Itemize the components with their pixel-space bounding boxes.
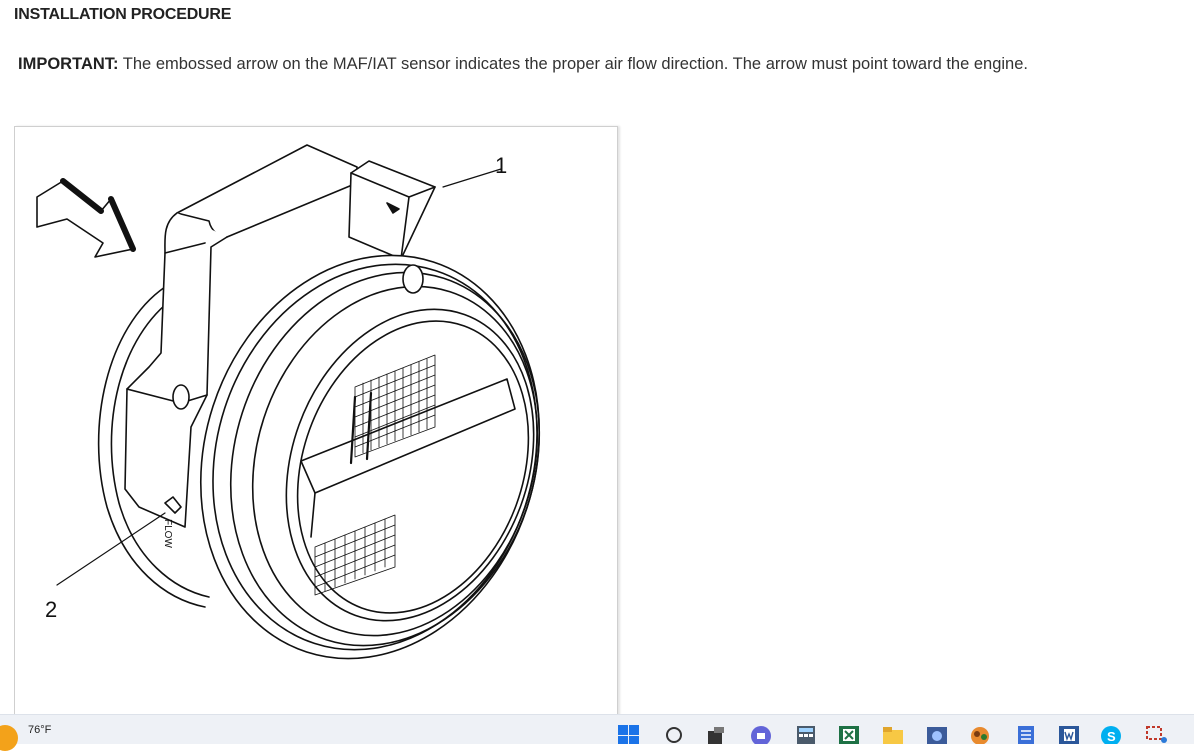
- weather-sun-icon[interactable]: [0, 725, 18, 751]
- maf-sensor-diagram: 1 2 FLOW: [36, 144, 541, 660]
- excel-icon[interactable]: [838, 725, 860, 744]
- notepad-icon[interactable]: [1016, 725, 1036, 744]
- game-icon[interactable]: [968, 725, 992, 744]
- page-heading: INSTALLATION PROCEDURE: [14, 6, 232, 23]
- snipping-tool-icon[interactable]: [1144, 725, 1170, 744]
- callout-2: 2: [45, 597, 57, 622]
- leader-line-1: [442, 168, 502, 188]
- calculator-icon[interactable]: [796, 725, 816, 744]
- taskbar: 76°F S: [0, 714, 1194, 751]
- airflow-arrow-icon: [36, 178, 136, 258]
- search-icon[interactable]: [665, 725, 685, 744]
- maf-sensor-figure: 1 2 FLOW: [14, 126, 618, 727]
- word-icon[interactable]: [1058, 725, 1080, 744]
- important-text: The embossed arrow on the MAF/IAT sensor…: [118, 55, 1028, 73]
- file-explorer-icon[interactable]: [882, 725, 904, 744]
- task-view-icon[interactable]: [706, 725, 726, 744]
- windows-start-icon[interactable]: [618, 725, 640, 744]
- flow-label: FLOW: [162, 519, 173, 548]
- svg-text:S: S: [1107, 729, 1116, 744]
- important-note: IMPORTANT: The embossed arrow on the MAF…: [18, 55, 1028, 74]
- leader-line-2: [56, 512, 166, 586]
- media-player-icon[interactable]: [926, 725, 948, 744]
- temperature-readout[interactable]: 76°F: [28, 724, 51, 736]
- important-label: IMPORTANT:: [18, 55, 119, 73]
- skype-icon[interactable]: S: [1100, 725, 1122, 744]
- callout-1: 1: [495, 153, 507, 178]
- teams-chat-icon[interactable]: [750, 725, 772, 744]
